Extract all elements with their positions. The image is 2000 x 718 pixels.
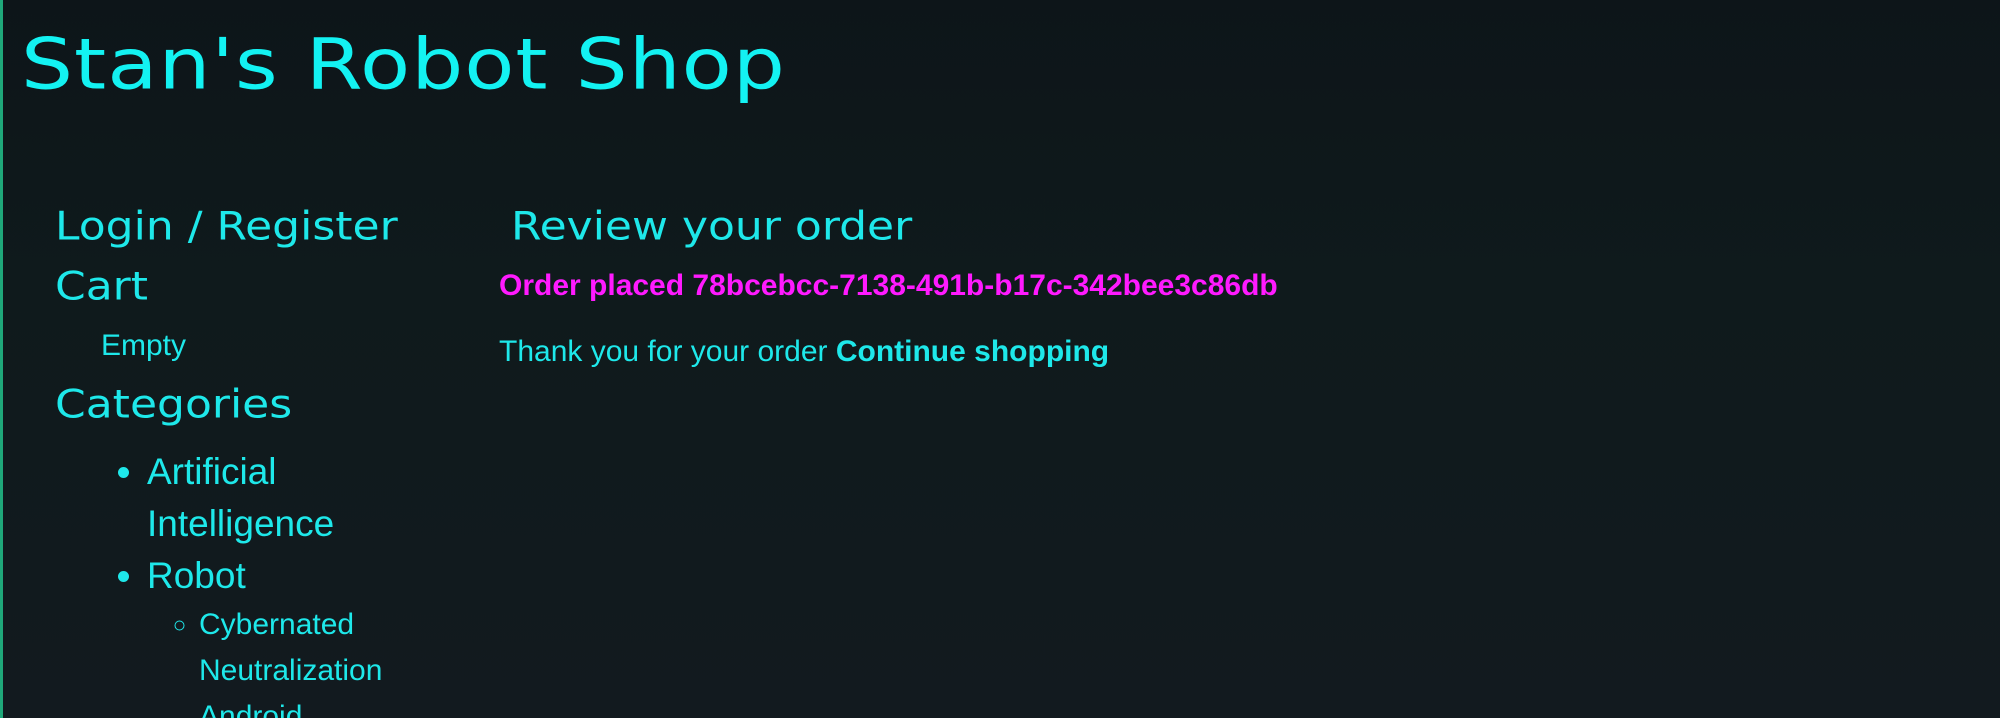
page-title: Review your order (511, 203, 913, 250)
order-confirmation: Order placed 78bcebcc-7138-491b-b17c-342… (499, 269, 1278, 302)
continue-shopping-link[interactable]: Continue shopping (836, 335, 1109, 368)
categories-heading: Categories (55, 381, 293, 428)
category-link-artificial-intelligence[interactable]: Artificial Intelligence (147, 451, 334, 544)
thank-you-message: Thank you for your order Continue shoppi… (499, 330, 1899, 374)
category-link-robot[interactable]: Robot (147, 555, 246, 596)
category-list: Artificial Intelligence Robot Cybernated… (55, 446, 465, 718)
robot-subcategory-list: Cybernated Neutralization Android (147, 602, 465, 718)
cart-status: Empty (101, 329, 187, 362)
login-register-link[interactable]: Login / Register (55, 200, 465, 254)
category-item-artificial-intelligence: Artificial Intelligence (147, 446, 465, 550)
main-content: Review your order Order placed 78bcebcc-… (499, 200, 1899, 374)
cart-heading[interactable]: Cart (55, 260, 465, 314)
thank-you-text: Thank you for your order (499, 335, 828, 368)
product-link-cybernated-neutralization-android[interactable]: Cybernated Neutralization Android (199, 608, 382, 718)
product-item-cybernated-neutralization-android: Cybernated Neutralization Android (199, 602, 465, 718)
sidebar: Login / Register Cart Empty Categories A… (55, 200, 465, 718)
site-title: Stan's Robot Shop (21, 24, 786, 106)
category-item-robot: Robot Cybernated Neutralization Android (147, 550, 465, 718)
